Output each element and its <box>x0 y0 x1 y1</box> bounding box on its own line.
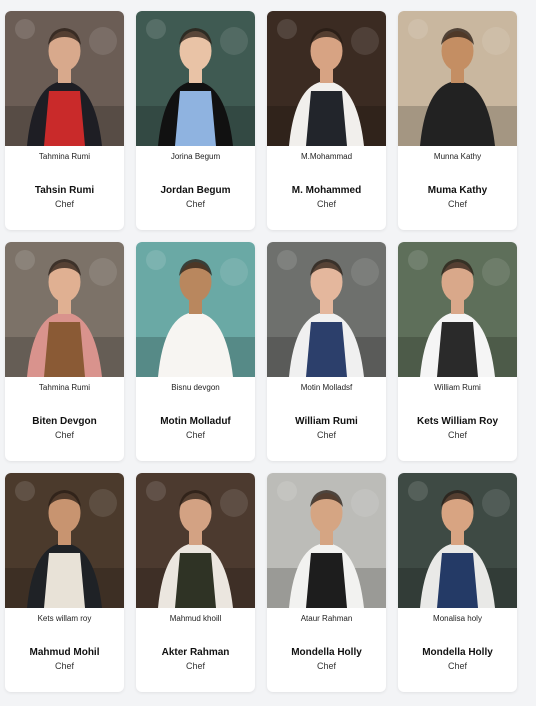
chef-card[interactable]: William Rumi Kets William Roy Chef <box>398 242 517 461</box>
chef-role: Chef <box>185 661 205 671</box>
chef-caption: Monalisa holy <box>433 614 482 623</box>
chef-caption: Ataur Rahman <box>300 614 353 623</box>
chef-caption: Jorina Begum <box>170 152 221 161</box>
chef-role: Chef <box>54 199 74 209</box>
chef-card[interactable]: Kets willam roy Mahmud Mohil Chef <box>5 473 124 692</box>
chef-photo <box>5 242 124 377</box>
chef-name[interactable]: Tahsin Rumi <box>5 185 124 196</box>
chef-name[interactable]: Akter Rahman <box>136 647 255 658</box>
chef-card[interactable]: Motin Molladsf William Rumi Chef <box>267 242 386 461</box>
chef-name[interactable]: Biten Devgon <box>5 416 124 427</box>
chef-caption: Munna Kathy <box>433 152 482 161</box>
chef-card[interactable]: Munna Kathy Muma Kathy Chef <box>398 11 517 230</box>
chef-photo <box>267 473 386 608</box>
chef-caption: Motin Molladsf <box>300 383 353 392</box>
chef-role: Chef <box>447 430 467 440</box>
chef-role: Chef <box>447 661 467 671</box>
chef-role: Chef <box>54 430 74 440</box>
chef-photo <box>398 11 517 146</box>
chef-photo <box>136 242 255 377</box>
chef-photo <box>136 11 255 146</box>
chef-photo <box>398 473 517 608</box>
chef-caption: Tahmina Rumi <box>38 383 91 392</box>
chef-photo <box>136 473 255 608</box>
chef-caption: William Rumi <box>434 383 481 392</box>
chef-caption: Mahmud khoill <box>169 614 222 623</box>
chef-name[interactable]: Motin Molladuf <box>136 416 255 427</box>
chef-card[interactable]: Tahmina Rumi Tahsin Rumi Chef <box>5 11 124 230</box>
chef-caption: Tahmina Rumi <box>38 152 91 161</box>
chef-photo <box>5 473 124 608</box>
chef-role: Chef <box>447 199 467 209</box>
chef-photo <box>5 11 124 146</box>
chef-grid: Tahmina Rumi Tahsin Rumi Chef Jorina Begum J… <box>5 11 517 692</box>
chef-name[interactable]: M. Mohammed <box>267 185 386 196</box>
chef-card[interactable]: Mahmud khoill Akter Rahman Chef <box>136 473 255 692</box>
chef-card[interactable]: Tahmina Rumi Biten Devgon Chef <box>5 242 124 461</box>
chef-photo <box>267 11 386 146</box>
chef-role: Chef <box>316 430 336 440</box>
chef-name[interactable]: Mahmud Mohil <box>5 647 124 658</box>
chef-name[interactable]: Jordan Begum <box>136 185 255 196</box>
chef-caption: Bisnu devgon <box>171 383 220 392</box>
chef-name[interactable]: Mondella Holly <box>267 647 386 658</box>
chef-card[interactable]: Jorina Begum Jordan Begum Chef <box>136 11 255 230</box>
chef-photo <box>398 242 517 377</box>
chef-card[interactable]: M.Mohammad M. Mohammed Chef <box>267 11 386 230</box>
chef-role: Chef <box>185 430 205 440</box>
chef-photo <box>267 242 386 377</box>
chef-caption: Kets willam roy <box>37 614 92 623</box>
chef-card[interactable]: Monalisa holy Mondella Holly Chef <box>398 473 517 692</box>
chef-name[interactable]: Muma Kathy <box>398 185 517 196</box>
chef-name[interactable]: Kets William Roy <box>398 416 517 427</box>
chef-role: Chef <box>316 199 336 209</box>
chef-caption: M.Mohammad <box>300 152 353 161</box>
chef-card[interactable]: Ataur Rahman Mondella Holly Chef <box>267 473 386 692</box>
chef-role: Chef <box>185 199 205 209</box>
chef-role: Chef <box>316 661 336 671</box>
chef-name[interactable]: William Rumi <box>267 416 386 427</box>
chef-card[interactable]: Bisnu devgon Motin Molladuf Chef <box>136 242 255 461</box>
chef-role: Chef <box>54 661 74 671</box>
chef-name[interactable]: Mondella Holly <box>398 647 517 658</box>
